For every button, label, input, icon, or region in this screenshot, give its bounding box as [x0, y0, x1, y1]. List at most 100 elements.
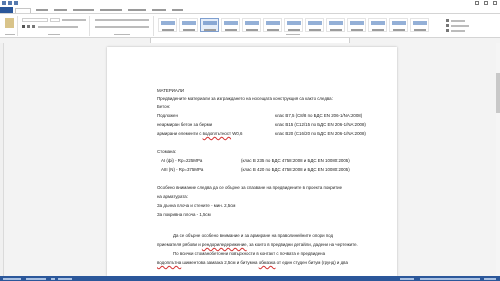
tab-insert[interactable]	[36, 9, 48, 11]
tab-mailings[interactable]	[128, 9, 146, 11]
doc-text: армирани елементи с	[157, 131, 203, 136]
zoom-slider[interactable]	[420, 277, 480, 280]
style-6[interactable]	[263, 18, 282, 32]
doc-text: от един студен битум (грунд) и два	[275, 260, 348, 265]
tab-page-layout[interactable]	[73, 9, 94, 11]
style-13[interactable]	[410, 18, 429, 32]
font-size-buttons[interactable]	[62, 19, 86, 21]
doc-line: Подложен	[157, 113, 178, 118]
title-bar	[0, 0, 500, 7]
style-heading-1[interactable]	[179, 18, 198, 32]
style-selected[interactable]	[200, 18, 219, 32]
tab-view[interactable]	[172, 9, 183, 11]
word-count[interactable]	[26, 277, 46, 280]
page-indicator[interactable]	[3, 277, 21, 280]
style-4[interactable]	[221, 18, 240, 32]
italic-icon[interactable]	[27, 25, 30, 28]
quick-access-toolbar	[2, 1, 18, 5]
minimize-icon[interactable]	[475, 1, 479, 5]
vertical-ruler[interactable]	[0, 43, 4, 276]
doc-text: , за които в предвидни детайли, дадени н…	[246, 242, 358, 247]
underline-icon[interactable]	[32, 25, 35, 28]
doc-line: клас В7,5 (C8/8 по БДС EN 206-1/NA:2008)	[275, 113, 363, 118]
status-bar	[0, 276, 500, 281]
paragraph-group	[92, 16, 154, 36]
spelling-error[interactable]: водоплътност	[203, 131, 231, 136]
clipboard-group-label	[5, 33, 15, 35]
redo-icon[interactable]	[14, 1, 18, 5]
view-buttons[interactable]	[400, 277, 414, 280]
doc-line: армирани елементи с водоплътност W0,6	[157, 131, 243, 136]
save-icon[interactable]	[2, 1, 6, 5]
editing-group	[442, 16, 498, 36]
window-controls	[475, 1, 497, 5]
paste-icon[interactable]	[5, 18, 14, 28]
find-icon[interactable]	[446, 19, 449, 22]
style-5[interactable]	[242, 18, 261, 32]
doc-line: клас В15 (C12/15 по БДС EN 206-1/NA:2008…	[275, 122, 366, 127]
proofing-icon[interactable]	[51, 277, 55, 280]
doc-line: неармиран бетон за берми	[157, 122, 213, 127]
replace-icon[interactable]	[446, 24, 449, 27]
maximize-icon[interactable]	[484, 1, 488, 5]
style-12[interactable]	[389, 18, 408, 32]
doc-line: приемателя рябови и рендориледерижение, …	[157, 242, 358, 247]
doc-line: По всички стоманобетонни повърхности в к…	[173, 251, 326, 256]
word-window: МАТЕРИАЛИ Предвидените материали за изгр…	[0, 0, 500, 281]
doc-text: шиментова замазка 2,5см и битумна	[181, 260, 259, 265]
doc-line: AIII (N) - Rp=375MPa	[161, 167, 204, 172]
doc-line: Предвидените материали за изграждането н…	[157, 96, 333, 101]
style-11[interactable]	[368, 18, 387, 32]
doc-line: Особено внимание следва да се обърне за …	[157, 185, 343, 190]
doc-line: За покривна плоча - 1,5см	[157, 212, 211, 217]
font-group-label	[48, 33, 60, 35]
styles-group	[156, 16, 440, 36]
doc-heading: МАТЕРИАЛИ	[157, 88, 184, 93]
font-name-select[interactable]	[22, 18, 48, 22]
doc-text: W0,6	[231, 131, 243, 136]
doc-line: Стомана:	[157, 149, 177, 154]
scrollbar-thumb[interactable]	[496, 73, 500, 113]
style-7[interactable]	[284, 18, 303, 32]
style-9[interactable]	[326, 18, 345, 32]
list-buttons[interactable]	[95, 19, 149, 21]
doc-line: AI (фi) - Rp=225MPa	[161, 158, 203, 163]
doc-line: на арматурата:	[157, 194, 188, 199]
font-format-buttons[interactable]	[38, 26, 78, 28]
clipboard-group	[2, 16, 18, 36]
tab-review[interactable]	[152, 9, 166, 11]
spelling-error[interactable]: обмазка	[259, 260, 276, 265]
doc-text: приемателя рябови и	[157, 242, 202, 247]
style-8[interactable]	[305, 18, 324, 32]
tab-design[interactable]	[54, 9, 67, 11]
doc-line: Да се обърне особено внимание и за армир…	[173, 233, 334, 238]
find-button[interactable]	[451, 20, 465, 22]
style-normal[interactable]	[158, 18, 177, 32]
spelling-error[interactable]: рендориледерижение	[202, 242, 247, 247]
styles-group-label	[286, 33, 300, 35]
ribbon	[0, 13, 500, 38]
select-button[interactable]	[451, 30, 465, 32]
doc-line: (клас В 420 по БДС 4758:2008 и БДС EN 10…	[241, 167, 350, 172]
document-page[interactable]: МАТЕРИАЛИ Предвидените материали за изгр…	[107, 47, 397, 276]
undo-icon[interactable]	[8, 1, 12, 5]
doc-line: (клас В 235 по БДС 4758:2008 и БДС EN 10…	[241, 158, 350, 163]
font-size-select[interactable]	[50, 18, 60, 22]
style-10[interactable]	[347, 18, 366, 32]
doc-line: водоплътна шиментова замазка 2,5см и бит…	[157, 260, 348, 265]
bold-icon[interactable]	[22, 25, 25, 28]
doc-line: Бетон:	[157, 104, 171, 109]
close-icon[interactable]	[493, 1, 497, 5]
language-indicator[interactable]	[58, 277, 72, 280]
tab-references[interactable]	[100, 9, 122, 11]
alignment-buttons[interactable]	[95, 26, 149, 28]
doc-line: клас В20 (C16/20 по БДС EN 206-1/NA:2008…	[275, 131, 366, 136]
paragraph-group-label	[114, 33, 130, 35]
spelling-error[interactable]: водоплътна	[157, 260, 181, 265]
zoom-level[interactable]	[484, 277, 496, 280]
vertical-scrollbar[interactable]	[496, 43, 500, 276]
replace-button[interactable]	[451, 25, 469, 27]
font-group	[20, 16, 90, 36]
doc-line: За дънна плоча и стените - мин. 2,5см	[157, 203, 236, 208]
select-icon[interactable]	[446, 29, 449, 32]
